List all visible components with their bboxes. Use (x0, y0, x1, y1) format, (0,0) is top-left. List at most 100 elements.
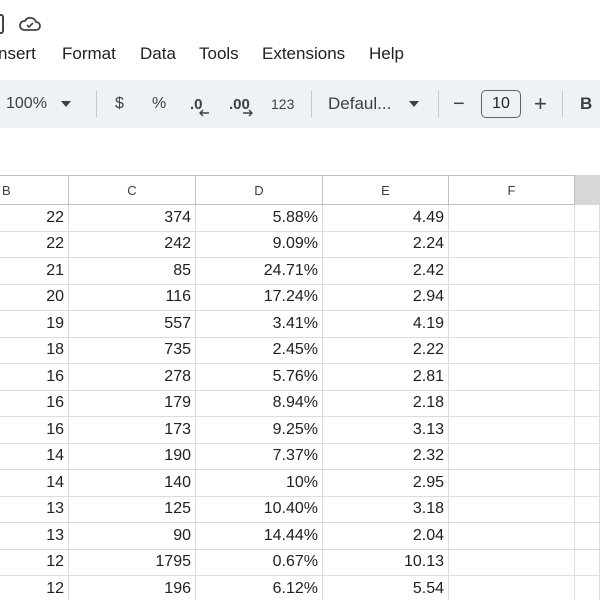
column-header-e[interactable]: E (323, 176, 449, 204)
decrease-font-size-button[interactable]: − (453, 80, 465, 128)
menu-help[interactable]: Help (369, 44, 404, 64)
table-cell[interactable] (575, 311, 600, 338)
table-cell[interactable] (575, 364, 600, 391)
table-cell[interactable]: 278 (69, 364, 196, 391)
table-cell[interactable]: 3.41% (196, 311, 323, 338)
table-cell[interactable]: 24.71% (196, 258, 323, 285)
table-cell[interactable] (575, 470, 600, 497)
table-cell[interactable]: 8.94% (196, 390, 323, 417)
table-cell[interactable] (575, 496, 600, 523)
column-header-c[interactable]: C (69, 176, 196, 204)
table-cell[interactable]: 5.54 (323, 576, 449, 600)
table-cell[interactable]: 14.44% (196, 523, 323, 550)
table-cell[interactable] (449, 390, 575, 417)
table-cell[interactable]: 3.18 (323, 496, 449, 523)
table-cell[interactable]: 18 (0, 337, 69, 364)
table-cell[interactable]: 2.94 (323, 284, 449, 311)
table-cell[interactable]: 4.49 (323, 205, 449, 232)
table-cell[interactable]: 90 (69, 523, 196, 550)
table-cell[interactable]: 140 (69, 470, 196, 497)
table-cell[interactable] (449, 231, 575, 258)
table-cell[interactable]: 2.42 (323, 258, 449, 285)
table-cell[interactable]: 2.04 (323, 523, 449, 550)
table-cell[interactable]: 190 (69, 443, 196, 470)
table-cell[interactable]: 16 (0, 390, 69, 417)
table-cell[interactable]: 12 (0, 549, 69, 576)
table-cell[interactable]: 196 (69, 576, 196, 600)
table-cell[interactable]: 3.13 (323, 417, 449, 444)
table-cell[interactable]: 2.22 (323, 337, 449, 364)
column-header-b[interactable]: B (0, 176, 69, 204)
more-formats-button[interactable]: 123 (271, 80, 294, 128)
table-cell[interactable]: 14 (0, 470, 69, 497)
table-cell[interactable] (449, 205, 575, 232)
table-cell[interactable]: 10.13 (323, 549, 449, 576)
table-cell[interactable]: 22 (0, 205, 69, 232)
table-cell[interactable]: 6.12% (196, 576, 323, 600)
table-cell[interactable] (449, 258, 575, 285)
table-cell[interactable]: 10.40% (196, 496, 323, 523)
decrease-decimal-button[interactable]: .0 (190, 80, 209, 128)
table-cell[interactable] (575, 549, 600, 576)
table-cell[interactable]: 179 (69, 390, 196, 417)
table-cell[interactable]: 2.95 (323, 470, 449, 497)
table-cell[interactable]: 10% (196, 470, 323, 497)
table-cell[interactable]: 9.25% (196, 417, 323, 444)
table-cell[interactable]: 16 (0, 364, 69, 391)
table-cell[interactable]: 1795 (69, 549, 196, 576)
table-cell[interactable] (575, 523, 600, 550)
increase-font-size-button[interactable]: + (534, 80, 547, 128)
table-cell[interactable]: 125 (69, 496, 196, 523)
percent-format-button[interactable]: % (152, 80, 166, 128)
table-cell[interactable]: 13 (0, 496, 69, 523)
menu-data[interactable]: Data (140, 44, 176, 64)
cloud-status-icon[interactable] (18, 14, 42, 34)
table-cell[interactable] (575, 417, 600, 444)
menu-insert[interactable]: nsert (0, 44, 36, 64)
table-cell[interactable]: 9.09% (196, 231, 323, 258)
table-cell[interactable] (449, 496, 575, 523)
table-cell[interactable] (575, 231, 600, 258)
table-cell[interactable]: 7.37% (196, 443, 323, 470)
table-cell[interactable]: 374 (69, 205, 196, 232)
table-cell[interactable]: 2.18 (323, 390, 449, 417)
zoom-select[interactable]: 100% (6, 80, 71, 128)
table-cell[interactable] (449, 443, 575, 470)
table-cell[interactable]: 12 (0, 576, 69, 600)
table-cell[interactable]: 5.88% (196, 205, 323, 232)
bold-button[interactable]: B (580, 80, 592, 128)
table-cell[interactable] (575, 284, 600, 311)
table-cell[interactable] (449, 337, 575, 364)
table-cell[interactable]: 20 (0, 284, 69, 311)
table-cell[interactable]: 0.67% (196, 549, 323, 576)
table-cell[interactable] (575, 576, 600, 600)
table-cell[interactable]: 735 (69, 337, 196, 364)
menu-format[interactable]: Format (62, 44, 116, 64)
table-cell[interactable] (449, 576, 575, 600)
table-cell[interactable]: 557 (69, 311, 196, 338)
table-cell[interactable] (449, 470, 575, 497)
currency-format-button[interactable]: $ (115, 80, 124, 128)
font-select[interactable]: Defaul... (328, 80, 420, 128)
table-cell[interactable]: 2.45% (196, 337, 323, 364)
font-size-input[interactable]: 10 (481, 90, 521, 118)
table-cell[interactable]: 2.32 (323, 443, 449, 470)
column-header-f[interactable]: F (449, 176, 575, 204)
table-cell[interactable]: 5.76% (196, 364, 323, 391)
table-cell[interactable] (575, 258, 600, 285)
table-cell[interactable] (575, 443, 600, 470)
table-cell[interactable]: 14 (0, 443, 69, 470)
table-cell[interactable]: 13 (0, 523, 69, 550)
increase-decimal-button[interactable]: .00 (229, 80, 253, 128)
table-cell[interactable] (449, 417, 575, 444)
table-cell[interactable] (449, 284, 575, 311)
menu-extensions[interactable]: Extensions (262, 44, 345, 64)
table-cell[interactable]: 17.24% (196, 284, 323, 311)
table-cell[interactable]: 85 (69, 258, 196, 285)
table-cell[interactable]: 2.24 (323, 231, 449, 258)
column-header-d[interactable]: D (196, 176, 323, 204)
table-cell[interactable] (575, 205, 600, 232)
table-cell[interactable]: 173 (69, 417, 196, 444)
table-cell[interactable]: 16 (0, 417, 69, 444)
table-cell[interactable]: 21 (0, 258, 69, 285)
